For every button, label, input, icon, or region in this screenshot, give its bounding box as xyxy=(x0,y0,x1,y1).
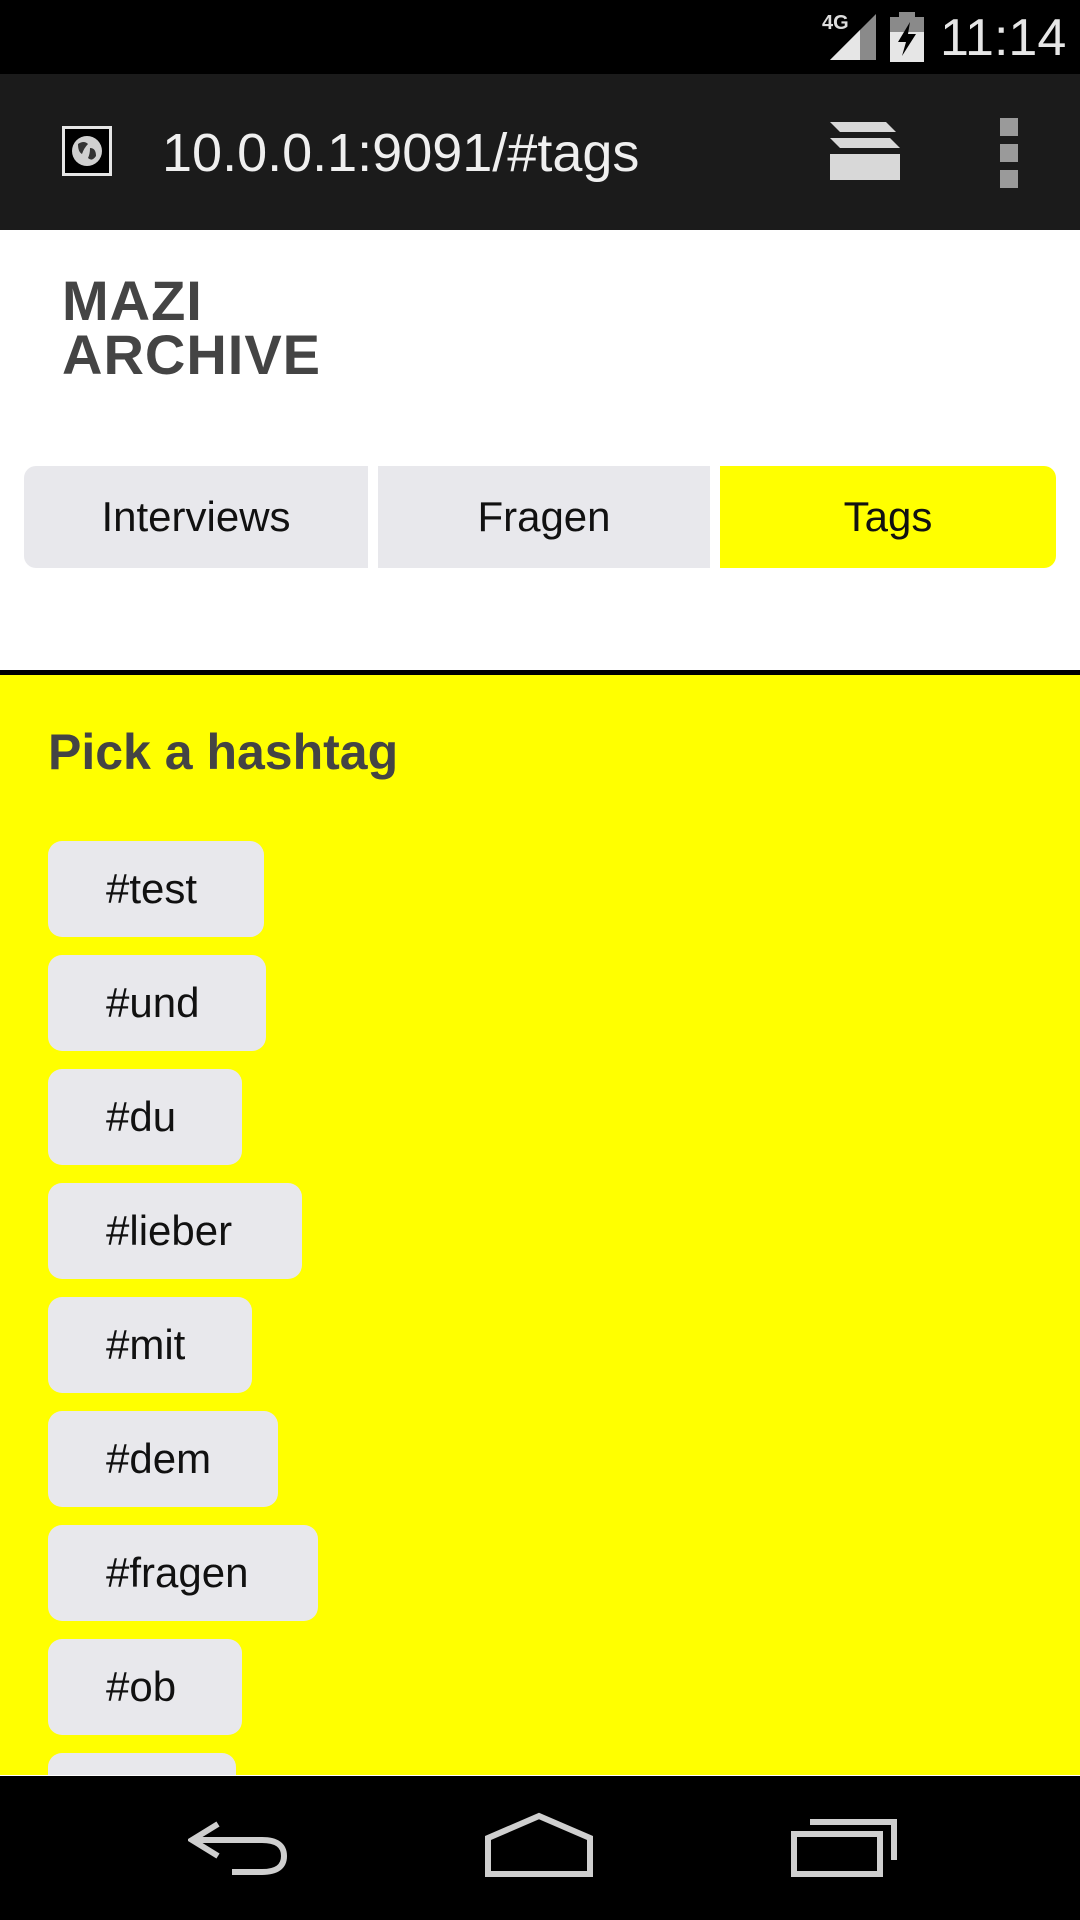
tab-fragen[interactable]: Fragen xyxy=(378,466,710,568)
system-nav-bar xyxy=(0,1776,1080,1920)
tab-tags[interactable]: Tags xyxy=(720,466,1056,568)
url-bar[interactable]: 10.0.0.1:9091/#tags xyxy=(162,122,639,184)
tag-button[interactable]: #mit xyxy=(48,1297,252,1393)
tag-button-partial[interactable] xyxy=(48,1753,236,1775)
main-nav: Interviews Fragen Tags xyxy=(24,466,1056,568)
site-logo[interactable]: MAZI ARCHIVE xyxy=(62,269,322,386)
tabs-stack-icon[interactable] xyxy=(826,118,902,184)
tag-button[interactable]: #du xyxy=(48,1069,242,1165)
tab-interviews[interactable]: Interviews xyxy=(24,466,368,568)
tag-list: #test #und #du #lieber #mit #dem #fragen… xyxy=(48,841,318,1775)
home-icon[interactable] xyxy=(484,1810,594,1880)
recents-icon[interactable] xyxy=(790,1810,898,1880)
globe-icon[interactable] xyxy=(62,126,112,176)
tag-button[interactable]: #und xyxy=(48,955,266,1051)
tag-button[interactable]: #test xyxy=(48,841,264,937)
page-title: Pick a hashtag xyxy=(48,724,399,780)
browser-toolbar: 10.0.0.1:9091/#tags xyxy=(0,74,1080,230)
logo-line-2: ARCHIVE xyxy=(62,323,322,386)
tag-button[interactable]: #lieber xyxy=(48,1183,302,1279)
back-icon[interactable] xyxy=(188,1810,292,1880)
tag-button[interactable]: #dem xyxy=(48,1411,278,1507)
signal-icon xyxy=(830,14,876,60)
status-bar: 4G 11:14 xyxy=(0,0,1080,74)
clock: 11:14 xyxy=(940,9,1067,67)
battery-icon xyxy=(890,12,924,62)
tags-panel: Pick a hashtag #test #und #du #lieber #m… xyxy=(0,675,1080,1775)
tag-button[interactable]: #fragen xyxy=(48,1525,318,1621)
tag-button[interactable]: #ob xyxy=(48,1639,242,1735)
overflow-menu-icon[interactable] xyxy=(996,118,1022,190)
logo-line-1: MAZI xyxy=(62,269,203,332)
